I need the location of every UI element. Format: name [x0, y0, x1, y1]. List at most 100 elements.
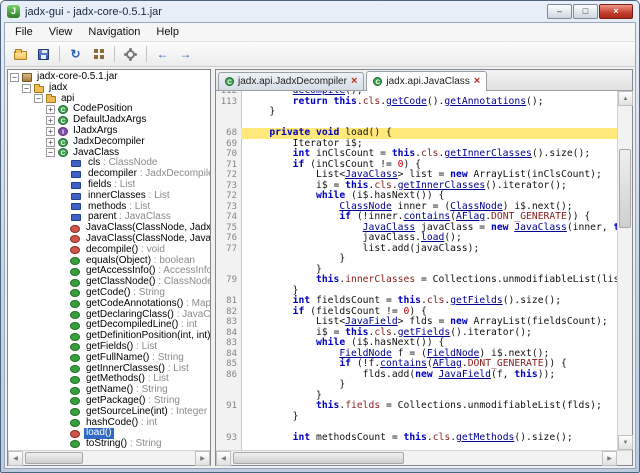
flat-packages-button[interactable] — [88, 44, 109, 65]
code-reference-link[interactable]: getFields — [398, 327, 451, 338]
code-vscrollbar[interactable]: ▲ ▼ — [617, 91, 632, 450]
code-reference-link[interactable]: getFields — [450, 295, 503, 306]
code-editor[interactable]: 112 decompile();113 return this.cls.getC… — [216, 91, 617, 450]
tree-item-name: DefaultJadxArgs — [73, 114, 146, 125]
code-line: 113 return this.cls.getCode().getAnnotat… — [216, 97, 617, 108]
title-bar[interactable]: J jadx-gui - jadx-core-0.5.1.jar – □ × — [4, 1, 636, 22]
forward-button[interactable]: → — [175, 44, 196, 65]
tree-item-jadx[interactable]: −jadx — [10, 83, 210, 94]
tree-toggle-icon[interactable]: + — [46, 105, 55, 114]
code-reference-link[interactable]: FieldNode — [339, 348, 392, 359]
tree-toggle-icon[interactable]: − — [10, 73, 19, 82]
save-all-button[interactable] — [33, 44, 54, 65]
code-reference-link[interactable]: contains — [380, 358, 427, 369]
code-token: flds.add( — [363, 369, 416, 380]
preferences-button[interactable] — [120, 44, 141, 65]
code-reference-link[interactable]: ClassNode — [450, 201, 503, 212]
code-token: this — [334, 96, 357, 107]
tree-toggle-icon[interactable]: − — [34, 94, 43, 103]
tree-item-name: parent — [88, 211, 116, 222]
scroll-right-icon[interactable]: ▶ — [195, 451, 210, 466]
menu-view[interactable]: View — [41, 24, 81, 40]
minimize-button[interactable]: – — [547, 4, 572, 19]
tree-hscroll-thumb[interactable] — [25, 452, 83, 464]
code-token: int — [293, 148, 311, 159]
tree-item-type: : List — [145, 373, 169, 384]
package-tree[interactable]: −jadx-core-0.5.1.jar−jadx−api+CCodePosit… — [8, 70, 210, 450]
code-token: (i$.hasNext()) { — [345, 337, 444, 348]
scroll-right-icon[interactable]: ▶ — [602, 451, 617, 466]
tab-close-icon[interactable]: × — [474, 76, 480, 87]
code-reference-link[interactable]: JavaClass — [363, 222, 416, 233]
code-reference-link[interactable]: getCode — [386, 96, 427, 107]
scroll-left-icon[interactable]: ◀ — [216, 451, 231, 466]
code-token: ) { — [409, 306, 427, 317]
tab-jadx-api-javaclass[interactable]: Cjadx.api.JavaClass× — [366, 71, 487, 91]
menu-navigation[interactable]: Navigation — [80, 24, 148, 40]
code-reference-link[interactable]: getInnerClasses — [398, 180, 486, 191]
code-hscroll-thumb[interactable] — [233, 452, 404, 464]
maximize-button[interactable]: □ — [573, 4, 598, 19]
tree-hscroll-track[interactable] — [23, 451, 195, 465]
menu-help[interactable]: Help — [148, 24, 187, 40]
line-number: 73 — [216, 181, 241, 192]
tree-panel: −jadx-core-0.5.1.jar−jadx−api+CCodePosit… — [7, 69, 211, 466]
tree-item-jadx-core-0-5-1-jar[interactable]: − jadx-core-0.5.1.jar — [10, 72, 210, 83]
tree-item-name: jadx-core-0.5.1.jar — [37, 71, 118, 82]
code-reference-link[interactable]: contains — [404, 211, 451, 222]
code-vscroll-thumb[interactable] — [619, 149, 631, 228]
line-number: 113 — [216, 97, 241, 108]
code-line-text[interactable]: } — [241, 380, 617, 391]
field-icon — [71, 182, 81, 189]
tab-jadx-api-jadxdecompiler[interactable]: Cjadx.api.JadxDecompiler× — [218, 72, 364, 90]
code-token: Iterator i$; — [293, 138, 363, 149]
code-vscroll-track[interactable] — [618, 106, 632, 435]
code-line-text[interactable]: } — [241, 107, 617, 118]
tab-close-icon[interactable]: × — [351, 76, 357, 87]
menu-file[interactable]: File — [7, 24, 41, 40]
code-reference-link[interactable]: getMethods — [456, 432, 514, 443]
code-line-text[interactable]: } — [241, 254, 617, 265]
scroll-up-icon[interactable]: ▲ — [618, 91, 633, 106]
tree-item-name: JavaClass — [73, 147, 119, 158]
open-file-button[interactable] — [10, 44, 31, 65]
tree-toggle-icon[interactable]: + — [46, 138, 55, 147]
code-reference-link[interactable]: AFlag — [456, 211, 485, 222]
method-icon — [70, 365, 80, 373]
code-line: 93 int methodsCount = this.cls.getMethod… — [216, 433, 617, 444]
code-reference-link[interactable]: load — [421, 232, 444, 243]
code-hscrollbar[interactable]: ◀ ▶ — [216, 450, 632, 465]
code-reference-link[interactable]: JavaField — [439, 369, 492, 380]
tree-item-tostring[interactable]: toString() : String — [10, 439, 210, 450]
code-reference-link[interactable]: ClassNode — [339, 201, 392, 212]
code-reference-link[interactable]: AFlag — [433, 358, 462, 369]
toolbar: ↻ ←→ — [5, 42, 635, 67]
code-token: ) i$.next(); — [479, 348, 549, 359]
tree-toggle-icon[interactable]: + — [46, 116, 55, 125]
close-button[interactable]: × — [599, 4, 633, 19]
code-reference-link[interactable]: FieldNode — [427, 348, 480, 359]
tree-hscrollbar[interactable]: ◀ ▶ — [8, 450, 210, 465]
code-reference-link[interactable]: JavaClass — [514, 222, 567, 233]
code-line-text[interactable]: return this.cls.getCode().getAnnotations… — [241, 97, 617, 108]
code-reference-link[interactable]: JavaClass — [345, 169, 398, 180]
back-button[interactable]: ← — [152, 44, 173, 65]
tree-item-name: CodePosition — [73, 103, 132, 114]
code-reference-link[interactable]: getInnerClasses — [444, 148, 532, 159]
code-hscroll-track[interactable] — [231, 451, 602, 465]
scroll-left-icon[interactable]: ◀ — [8, 451, 23, 466]
code-line-text[interactable]: } — [241, 412, 617, 423]
code-token: inner = ( — [392, 201, 450, 212]
scroll-down-icon[interactable]: ▼ — [618, 435, 633, 450]
tree-item-name: getDeclaringClass() — [86, 309, 174, 320]
code-line-text[interactable]: int methodsCount = this.cls.getMethods()… — [241, 433, 617, 444]
tree-toggle-icon[interactable]: − — [46, 148, 55, 157]
sync-button[interactable]: ↻ — [65, 44, 86, 65]
code-reference-link[interactable]: getAnnotations — [444, 96, 526, 107]
tree-toggle-icon[interactable]: + — [46, 127, 55, 136]
method-icon — [70, 354, 80, 362]
toolbar-separator — [114, 46, 115, 62]
code-token: ().iterator(); — [485, 180, 567, 191]
code-reference-link[interactable]: JavaField — [345, 316, 398, 327]
tree-toggle-icon[interactable]: − — [22, 84, 31, 93]
